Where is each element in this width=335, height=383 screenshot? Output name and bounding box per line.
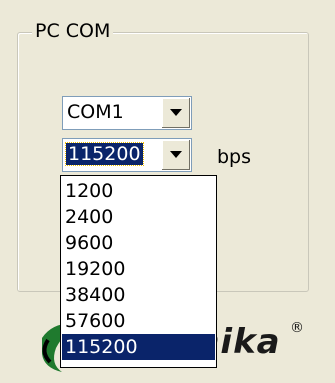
baud-rate-value: 115200 [65, 142, 144, 166]
com-port-value: COM1 [67, 101, 124, 123]
baud-rate-dropdown-list[interactable]: 1200 2400 9600 19200 38400 57600 115200 [60, 175, 217, 368]
baud-option-57600[interactable]: 57600 [62, 308, 215, 334]
baud-option-2400[interactable]: 2400 [62, 204, 215, 230]
baud-unit-label: bps [217, 146, 252, 168]
chevron-down-icon [170, 151, 182, 158]
chevron-down-icon [170, 109, 182, 116]
baud-rate-combo[interactable]: 115200 [62, 138, 192, 172]
logo-registered-mark: ® [290, 320, 304, 336]
baud-option-1200[interactable]: 1200 [62, 178, 215, 204]
com-port-dropdown-button[interactable] [161, 98, 190, 128]
baud-option-115200[interactable]: 115200 [62, 334, 215, 360]
baud-option-9600[interactable]: 9600 [62, 230, 215, 256]
com-port-combo[interactable]: COM1 [62, 96, 192, 130]
baud-rate-dropdown-button[interactable] [161, 140, 190, 170]
baud-option-38400[interactable]: 38400 [62, 282, 215, 308]
pc-com-group-title: PC COM [32, 19, 114, 43]
baud-option-19200[interactable]: 19200 [62, 256, 215, 282]
